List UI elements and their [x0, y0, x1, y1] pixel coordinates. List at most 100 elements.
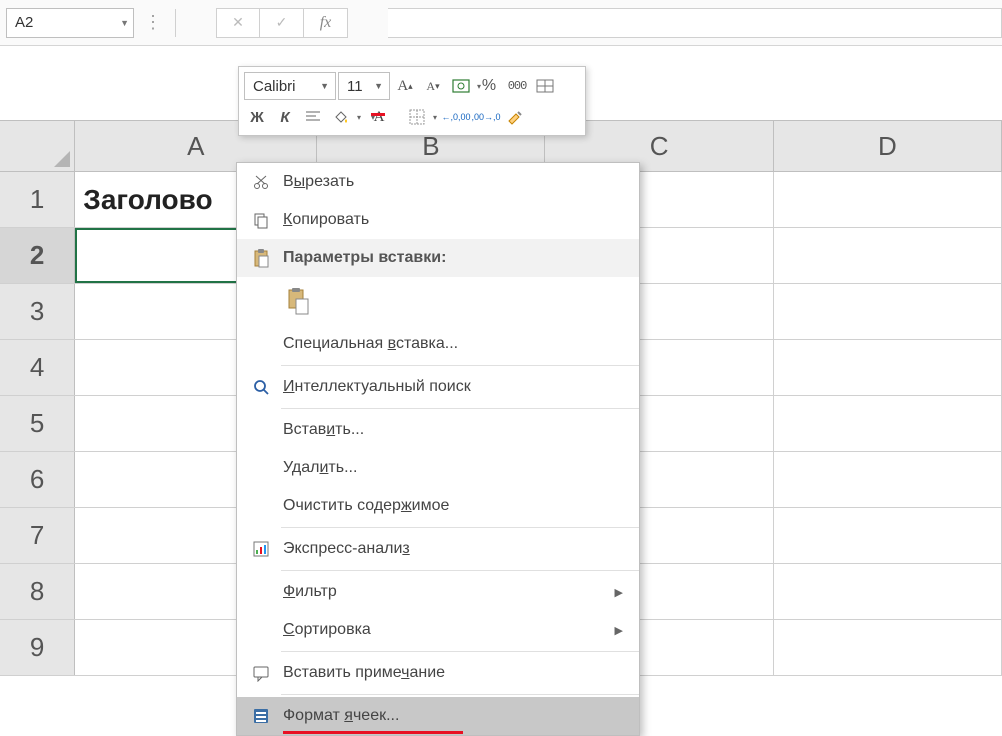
- font-color-A: A: [374, 109, 385, 126]
- cell-D4[interactable]: [774, 340, 1002, 395]
- font-name-value: Calibri: [253, 78, 296, 95]
- menu-format-cells[interactable]: Формат ячеек...: [237, 697, 639, 735]
- row-header-5[interactable]: 5: [0, 396, 75, 451]
- row-header-2[interactable]: 2: [0, 228, 75, 283]
- cell-D5[interactable]: [774, 396, 1002, 451]
- menu-paste-header-label: Параметры вставки:: [283, 249, 623, 267]
- menu-copy-label: Копировать: [283, 211, 623, 229]
- align-icon: [305, 110, 321, 124]
- menu-paste-options: [237, 277, 639, 325]
- font-name-select[interactable]: Calibri ▼: [244, 72, 336, 100]
- percent-format-button[interactable]: %: [476, 73, 502, 99]
- context-menu: Вырезать Копировать Параметры вставки: С…: [236, 162, 640, 736]
- fill-color-button[interactable]: [328, 104, 354, 130]
- name-box-input[interactable]: [15, 14, 125, 31]
- name-box-dropdown-icon[interactable]: ▼: [120, 18, 129, 28]
- menu-cut[interactable]: Вырезать: [237, 163, 639, 201]
- row-header-9[interactable]: 9: [0, 620, 75, 675]
- cell-D2[interactable]: [774, 228, 1002, 283]
- row-header-7[interactable]: 7: [0, 508, 75, 563]
- separator: [281, 570, 639, 571]
- clipboard-icon: [247, 244, 275, 272]
- paste-default-button[interactable]: [283, 284, 313, 318]
- menu-format-cells-label: Формат ячеек...: [283, 707, 623, 725]
- format-cells-icon: [247, 702, 275, 730]
- row-header-1[interactable]: 1: [0, 172, 75, 227]
- brush-icon: [506, 108, 524, 126]
- menu-copy[interactable]: Копировать: [237, 201, 639, 239]
- row-header-3[interactable]: 3: [0, 284, 75, 339]
- cell-D6[interactable]: [774, 452, 1002, 507]
- menu-sort[interactable]: Сортировка ▶: [237, 611, 639, 649]
- scissors-icon: [247, 168, 275, 196]
- menu-insert[interactable]: Вставить...: [237, 411, 639, 449]
- menu-clear-label: Очистить содержимое: [283, 497, 623, 515]
- submenu-arrow-icon: ▶: [615, 624, 623, 637]
- highlight-underline: [283, 731, 463, 734]
- mini-toolbar: Calibri ▼ 11 ▼ A▴ A▾ % 000 Ж К A: [238, 66, 586, 136]
- accounting-format-button[interactable]: [448, 73, 474, 99]
- comment-icon: [247, 659, 275, 687]
- menu-delete-label: Удалить...: [283, 459, 623, 477]
- toolbar-grip-icon: ⋮: [144, 12, 163, 33]
- decrease-decimal-button[interactable]: ,00→,0: [472, 104, 500, 130]
- menu-paste-header: Параметры вставки:: [237, 239, 639, 277]
- merge-icon: [536, 79, 554, 93]
- menu-comment-label: Вставить примечание: [283, 664, 623, 682]
- menu-sort-label: Сортировка: [283, 621, 615, 639]
- separator: [281, 694, 639, 695]
- separator: [281, 527, 639, 528]
- cell-D8[interactable]: [774, 564, 1002, 619]
- cell-D3[interactable]: [774, 284, 1002, 339]
- menu-filter[interactable]: Фильтр ▶: [237, 573, 639, 611]
- formula-bar-input[interactable]: [388, 8, 1002, 38]
- cell-D7[interactable]: [774, 508, 1002, 563]
- row-header-6[interactable]: 6: [0, 452, 75, 507]
- column-header-D[interactable]: D: [774, 121, 1002, 171]
- bold-button[interactable]: Ж: [244, 104, 270, 130]
- menu-quick-analysis-label: Экспресс-анализ: [283, 540, 623, 558]
- merge-cells-button[interactable]: [532, 73, 558, 99]
- comma-format-button[interactable]: 000: [504, 73, 530, 99]
- cancel-button[interactable]: ✕: [216, 8, 260, 38]
- menu-paste-special[interactable]: Специальная вставка...: [237, 325, 639, 363]
- name-box[interactable]: ▼: [6, 8, 134, 38]
- top-toolbar: ▼ ⋮ ✕ ✓ fx: [0, 0, 1002, 46]
- borders-icon: [409, 109, 425, 125]
- submenu-arrow-icon: ▶: [615, 586, 623, 599]
- menu-insert-comment[interactable]: Вставить примечание: [237, 654, 639, 692]
- menu-filter-label: Фильтр: [283, 583, 615, 601]
- money-icon: [452, 79, 470, 93]
- menu-delete[interactable]: Удалить...: [237, 449, 639, 487]
- menu-paste-special-label: Специальная вставка...: [283, 335, 623, 353]
- menu-clear-contents[interactable]: Очистить содержимое: [237, 487, 639, 525]
- font-size-select[interactable]: 11 ▼: [338, 72, 390, 100]
- select-all-corner[interactable]: [0, 121, 75, 171]
- chevron-down-icon: ▼: [374, 81, 383, 91]
- cell-D1[interactable]: [774, 172, 1002, 227]
- format-painter-button[interactable]: [502, 104, 528, 130]
- font-color-button[interactable]: A: [366, 104, 392, 130]
- formula-bar-buttons: ✕ ✓ fx: [216, 8, 384, 38]
- search-icon: [247, 373, 275, 401]
- row-header-4[interactable]: 4: [0, 340, 75, 395]
- separator: [281, 365, 639, 366]
- cell-D9[interactable]: [774, 620, 1002, 675]
- menu-quick-analysis[interactable]: Экспресс-анализ: [237, 530, 639, 568]
- menu-smart-lookup[interactable]: Интеллектуальный поиск: [237, 368, 639, 406]
- italic-button[interactable]: К: [272, 104, 298, 130]
- menu-cut-label: Вырезать: [283, 173, 623, 191]
- insert-function-button[interactable]: fx: [304, 8, 348, 38]
- shrink-font-button[interactable]: A▾: [420, 73, 446, 99]
- grow-font-button[interactable]: A▴: [392, 73, 418, 99]
- borders-button[interactable]: [404, 104, 430, 130]
- menu-insert-label: Вставить...: [283, 421, 623, 439]
- increase-decimal-button[interactable]: ←,0,00: [442, 104, 470, 130]
- separator: [281, 651, 639, 652]
- align-button[interactable]: [300, 104, 326, 130]
- font-size-value: 11: [347, 78, 363, 95]
- confirm-button[interactable]: ✓: [260, 8, 304, 38]
- bucket-icon: [333, 109, 349, 125]
- quick-analysis-icon: [247, 535, 275, 563]
- row-header-8[interactable]: 8: [0, 564, 75, 619]
